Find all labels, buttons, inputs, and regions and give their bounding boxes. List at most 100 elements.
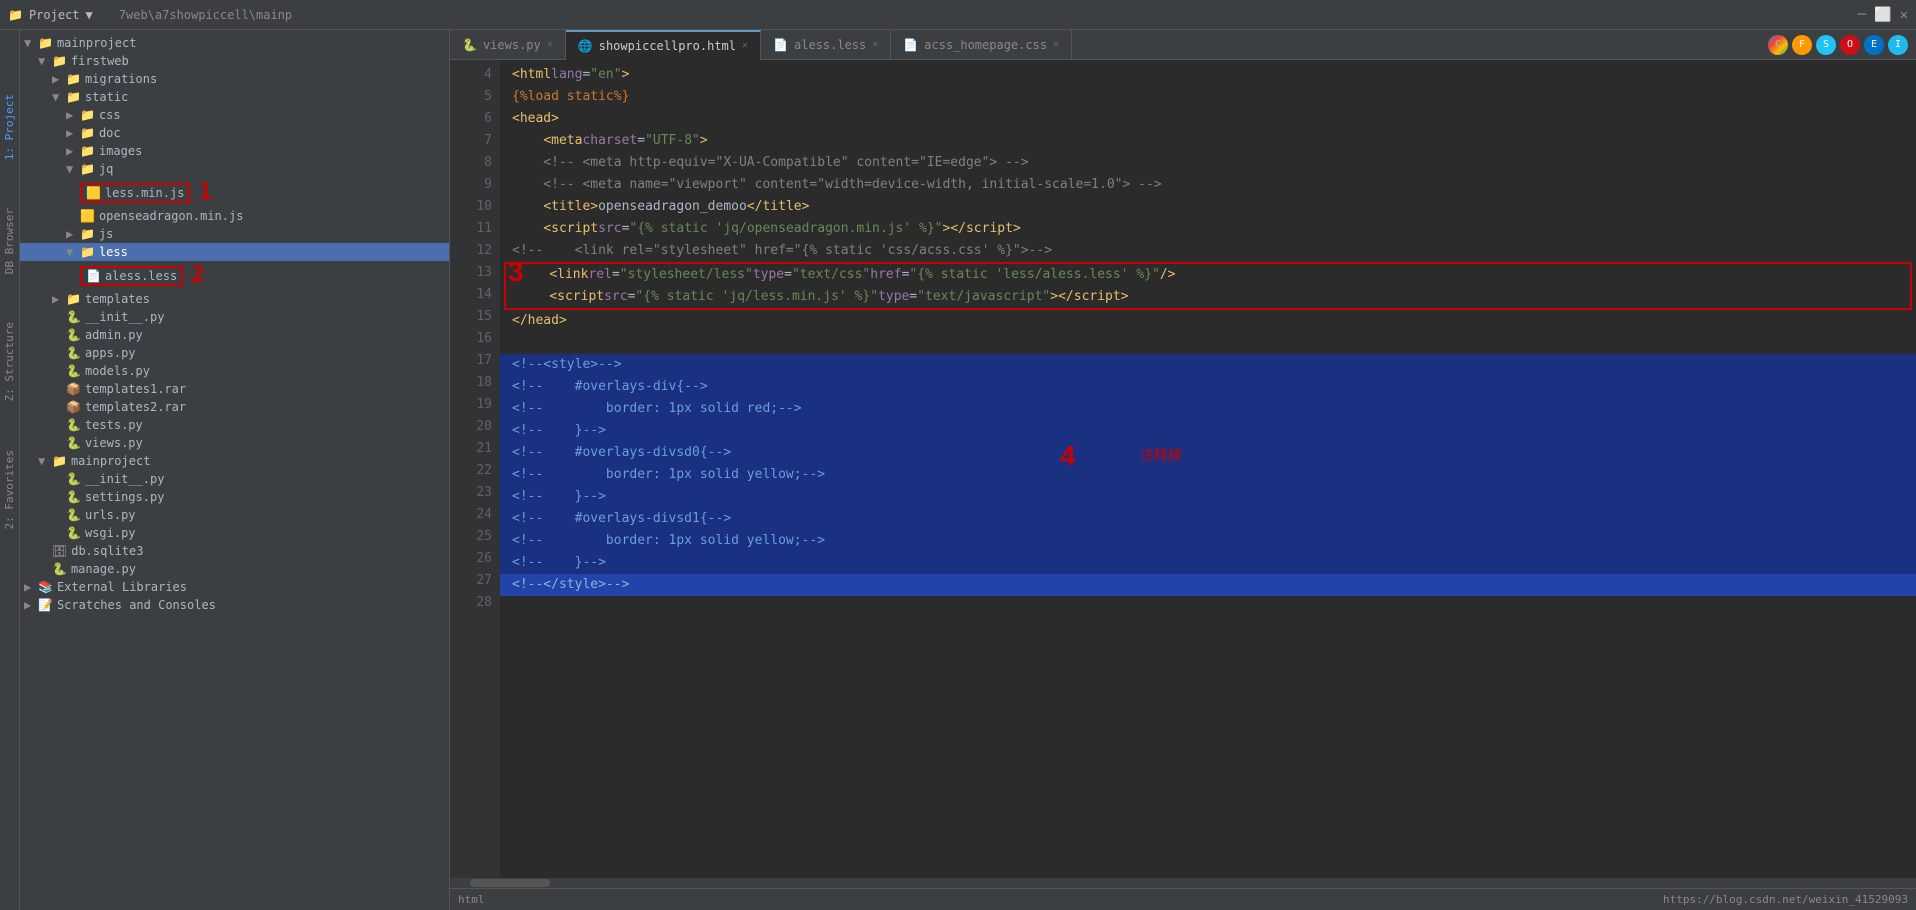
tree-item-css[interactable]: ▶ 📁 css <box>20 106 449 124</box>
main-area: 1: Project DB Browser Z: Structure 2: Fa… <box>0 30 1916 910</box>
code-box-13-14: <link rel="stylesheet/less" type="text/c… <box>504 262 1912 310</box>
edge-icon[interactable]: E <box>1864 35 1884 55</box>
window-restore[interactable]: ⬜ <box>1874 7 1891 23</box>
tab-label: views.py <box>483 38 541 52</box>
tab-views-py[interactable]: 🐍 views.py ✕ <box>450 30 566 60</box>
tree-item-migrations[interactable]: ▶ 📁 migrations <box>20 70 449 88</box>
tree-item-openseadragon[interactable]: 🟨 openseadragon.min.js <box>20 207 449 225</box>
title-bar-left: 📁 Project ▼ 7web\a7showpiccell\mainp <box>8 8 292 22</box>
tree-item-jq[interactable]: ▼ 📁 jq <box>20 160 449 178</box>
title-project-label[interactable]: Project <box>29 8 80 22</box>
app-container: 📁 Project ▼ 7web\a7showpiccell\mainp ─ ⬜… <box>0 0 1916 910</box>
tree-item-views-py[interactable]: 🐍 views.py <box>20 434 449 452</box>
tree-label: jq <box>99 162 113 176</box>
code-line-16 <box>500 332 1916 354</box>
tree-label: doc <box>99 126 121 140</box>
tab-label: aless.less <box>794 38 866 52</box>
opera-icon[interactable]: O <box>1840 35 1860 55</box>
tree-item-wsgi-py[interactable]: 🐍 wsgi.py <box>20 524 449 542</box>
chrome-icon[interactable]: C <box>1768 35 1788 55</box>
tab-icon: 📄 <box>773 38 788 52</box>
tree-item-templates[interactable]: ▶ 📁 templates <box>20 290 449 308</box>
tree-label: manage.py <box>71 562 136 576</box>
tree-label: templates1.rar <box>85 382 186 396</box>
code-line-21: <!-- #overlays-divsd0{--> <box>500 442 1916 464</box>
status-url: https://blog.csdn.net/weixin_41529093 <box>1663 893 1908 906</box>
tree-item-db-sqlite3[interactable]: 🗄 db.sqlite3 <box>20 542 449 560</box>
tab-icon: 🐍 <box>462 38 477 52</box>
vertical-tabs: 1: Project DB Browser Z: Structure 2: Fa… <box>0 30 20 910</box>
tree-item-aless-less[interactable]: 📄 aless.less 2 <box>20 261 449 290</box>
tree-label: mainproject <box>71 454 150 468</box>
tree-label: db.sqlite3 <box>71 544 143 558</box>
tree-item-js[interactable]: ▶ 📁 js <box>20 225 449 243</box>
title-project-icon: 📁 <box>8 8 23 22</box>
tab-close-showpiccellpro[interactable]: ✕ <box>742 40 748 51</box>
tree-item-settings-py[interactable]: 🐍 settings.py <box>20 488 449 506</box>
tree-item-images[interactable]: ▶ 📁 images <box>20 142 449 160</box>
code-line-5: {% load static %} <box>500 86 1916 108</box>
tree-item-scratches[interactable]: ▶ 📝 Scratches and Consoles <box>20 596 449 614</box>
code-line-10: <title>openseadragon_demoo</title> <box>500 196 1916 218</box>
code-line-26: <!-- }--> <box>500 552 1916 574</box>
tree-item-init-mainproject[interactable]: 🐍 __init__.py <box>20 470 449 488</box>
tree-label: less <box>99 245 128 259</box>
code-line-7: <meta charset="UTF-8"> <box>500 130 1916 152</box>
code-line-23: <!-- }--> <box>500 486 1916 508</box>
tree-item-templates2-rar[interactable]: 📦 templates2.rar <box>20 398 449 416</box>
code-line-12: <!-- <link rel="stylesheet" href="{% sta… <box>500 240 1916 262</box>
tree-label: aless.less <box>105 269 177 283</box>
tab-close-acss[interactable]: ✕ <box>1053 39 1059 50</box>
window-close[interactable]: ✕ <box>1900 7 1908 23</box>
tree-item-doc[interactable]: ▶ 📁 doc <box>20 124 449 142</box>
safari-icon[interactable]: S <box>1816 35 1836 55</box>
tree-item-external-libs[interactable]: ▶ 📚 External Libraries <box>20 578 449 596</box>
tab-aless-less[interactable]: 📄 aless.less ✕ <box>761 30 891 60</box>
tree-label: less.min.js <box>105 186 184 200</box>
firefox-icon[interactable]: F <box>1792 35 1812 55</box>
tab-close-views[interactable]: ✕ <box>547 39 553 50</box>
code-line-24: <!-- #overlays-divsd1{--> <box>500 508 1916 530</box>
tree-item-manage-py[interactable]: 🐍 manage.py <box>20 560 449 578</box>
title-dropdown-icon[interactable]: ▼ <box>86 8 93 22</box>
vertical-tab-favorites[interactable]: 2: Favorites <box>1 446 18 533</box>
ie-icon[interactable]: I <box>1888 35 1908 55</box>
tree-item-less-folder[interactable]: ▼ 📁 less <box>20 243 449 261</box>
vertical-tab-project[interactable]: 1: Project <box>1 90 18 164</box>
code-line-6: <head> <box>500 108 1916 130</box>
tree-label: views.py <box>85 436 143 450</box>
code-line-17: <!--<style>--> <box>500 354 1916 376</box>
editor-content: 4 5 6 7 8 9 10 11 12 13 14 15 16 17 <box>450 60 1916 878</box>
scrollbar-thumb-h[interactable] <box>470 879 550 887</box>
tab-showpiccellpro[interactable]: 🌐 showpiccellpro.html ✕ <box>566 30 761 60</box>
tree-item-tests-py[interactable]: 🐍 tests.py <box>20 416 449 434</box>
tree-item-mainproject-sub[interactable]: ▼ 📁 mainproject <box>20 452 449 470</box>
tree-item-mainproject-root[interactable]: ▼ 📁 mainproject <box>20 34 449 52</box>
file-tree: ▼ 📁 mainproject ▼ 📁 firstweb ▶ 📁 migrat <box>0 30 449 910</box>
line-numbers: 4 5 6 7 8 9 10 11 12 13 14 15 16 17 <box>450 60 500 878</box>
horizontal-scrollbar[interactable] <box>450 878 1916 888</box>
tree-item-urls-py[interactable]: 🐍 urls.py <box>20 506 449 524</box>
title-bar-icons: ─ ⬜ ✕ <box>1858 7 1908 23</box>
tree-item-admin-py[interactable]: 🐍 admin.py <box>20 326 449 344</box>
tree-item-static[interactable]: ▼ 📁 static <box>20 88 449 106</box>
tree-label: firstweb <box>71 54 129 68</box>
tree-item-firstweb[interactable]: ▼ 📁 firstweb <box>20 52 449 70</box>
tree-item-init-py[interactable]: 🐍 __init__.py <box>20 308 449 326</box>
tab-close-aless[interactable]: ✕ <box>872 39 878 50</box>
vertical-tab-structure[interactable]: Z: Structure <box>1 318 18 405</box>
vertical-tab-db[interactable]: DB Browser <box>1 204 18 278</box>
tree-item-apps-py[interactable]: 🐍 apps.py <box>20 344 449 362</box>
editor-area: 🐍 views.py ✕ 🌐 showpiccellpro.html ✕ 📄 a… <box>450 30 1916 910</box>
tree-item-templates1-rar[interactable]: 📦 templates1.rar <box>20 380 449 398</box>
tree-label: settings.py <box>85 490 164 504</box>
code-area[interactable]: <html lang="en"> {% load static %} <head… <box>500 60 1916 878</box>
tree-label: Scratches and Consoles <box>57 598 216 612</box>
window-minimize[interactable]: ─ <box>1858 7 1866 23</box>
editor-wrapper: 4 5 6 7 8 9 10 11 12 13 14 15 16 17 <box>450 60 1916 888</box>
tab-acss-homepage[interactable]: 📄 acss_homepage.css ✕ <box>891 30 1072 60</box>
tree-label: migrations <box>85 72 157 86</box>
tree-label: static <box>85 90 128 104</box>
tree-item-models-py[interactable]: 🐍 models.py <box>20 362 449 380</box>
tree-item-less-min-js[interactable]: 🟨 less.min.js 1 <box>20 178 449 207</box>
